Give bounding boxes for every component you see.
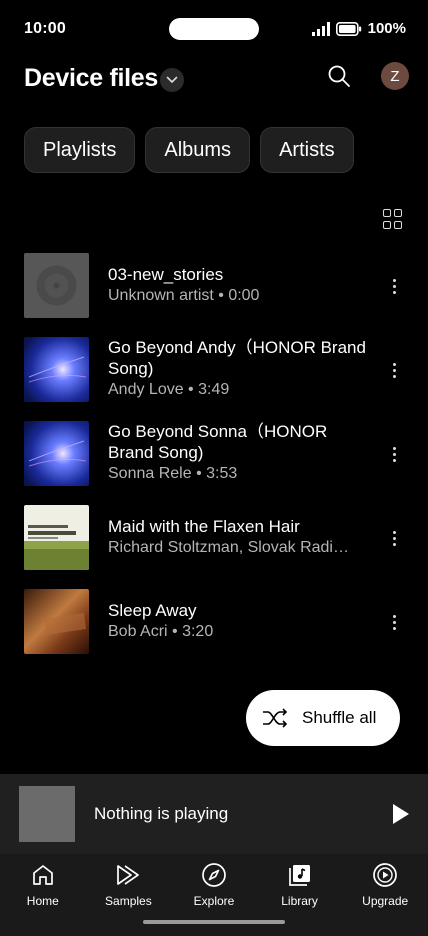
track-title: Go Beyond Sonna（HONOR Brand Song) (108, 422, 328, 462)
mini-player[interactable]: Nothing is playing (0, 774, 428, 854)
nav-label: Explore (193, 894, 235, 908)
play-icon[interactable] (393, 804, 409, 824)
more-options-icon[interactable] (384, 526, 404, 550)
mini-player-status: Nothing is playing (94, 804, 229, 823)
battery-percent: 100% (367, 20, 406, 37)
more-options-icon[interactable] (384, 610, 404, 634)
status-time: 10:00 (24, 20, 66, 37)
track-row[interactable]: 03-new_stories Unknown artist • 0:00 (0, 253, 428, 337)
more-options-icon[interactable] (384, 274, 404, 298)
battery-icon (335, 21, 361, 36)
chevron-down-icon (166, 76, 178, 84)
library-icon (288, 865, 310, 886)
track-subtitle: Sonna Rele • 3:53 (108, 465, 238, 482)
album-art (24, 589, 89, 654)
nav-label: Samples (105, 894, 152, 908)
mini-player-art (19, 786, 75, 842)
track-subtitle: Unknown artist • 0:00 (108, 287, 260, 304)
compass-icon (202, 863, 226, 887)
track-row[interactable]: Go Beyond Sonna（HONOR Brand Song) Sonna … (0, 421, 428, 505)
track-row[interactable]: Sleep Away Bob Acri • 3:20 (0, 589, 428, 673)
samples-icon (117, 865, 140, 885)
track-meta: Maid with the Flaxen Hair Richard Stoltz… (108, 516, 372, 558)
chip-artists[interactable]: Artists (260, 127, 354, 173)
chip-playlists[interactable]: Playlists (24, 127, 136, 173)
chip-albums[interactable]: Albums (145, 127, 251, 173)
track-subtitle: Bob Acri • 3:20 (108, 623, 214, 640)
signal-icon (311, 21, 330, 36)
nav-home[interactable]: Home (0, 854, 86, 936)
track-meta: Sleep Away Bob Acri • 3:20 (108, 600, 372, 642)
track-title: Sleep Away (108, 601, 197, 620)
app-header: Device files (0, 60, 428, 100)
camera-pill (169, 18, 259, 40)
filter-chips: Playlists Albums Artists (24, 127, 354, 173)
track-subtitle: Andy Love • 3:49 (108, 381, 230, 398)
track-list: 03-new_stories Unknown artist • 0:00 Go … (0, 253, 428, 673)
album-art (24, 421, 89, 486)
album-art (24, 505, 89, 570)
track-subtitle: Richard Stoltzman, Slovak Radi… (108, 539, 349, 556)
track-title: Go Beyond Andy（HONOR Brand Song) (108, 338, 366, 378)
track-meta: Go Beyond Sonna（HONOR Brand Song) Sonna … (108, 421, 372, 484)
track-row[interactable]: Maid with the Flaxen Hair Richard Stoltz… (0, 505, 428, 589)
track-title: Maid with the Flaxen Hair (108, 517, 300, 536)
track-row[interactable]: Go Beyond Andy（HONOR Brand Song) Andy Lo… (0, 337, 428, 421)
search-icon[interactable] (327, 64, 351, 88)
status-bar: 10:00 100% (0, 0, 428, 58)
nav-upgrade[interactable]: Upgrade (342, 854, 428, 936)
home-icon (32, 865, 53, 885)
track-meta: 03-new_stories Unknown artist • 0:00 (108, 264, 372, 306)
avatar[interactable]: Z (381, 62, 409, 90)
grid-view-icon[interactable] (383, 209, 403, 229)
more-options-icon[interactable] (384, 442, 404, 466)
shuffle-icon (263, 708, 288, 728)
track-meta: Go Beyond Andy（HONOR Brand Song) Andy Lo… (108, 337, 372, 400)
shuffle-all-button[interactable]: Shuffle all (246, 690, 400, 746)
source-dropdown-button[interactable] (160, 68, 184, 92)
album-art (24, 253, 89, 318)
album-art (24, 337, 89, 402)
track-title: 03-new_stories (108, 265, 224, 284)
shuffle-label: Shuffle all (302, 708, 377, 727)
status-right: 100% (311, 20, 406, 37)
page-title: Device files (24, 64, 158, 92)
nav-label: Upgrade (362, 894, 409, 908)
nav-label: Library (281, 894, 318, 908)
nav-label: Home (26, 894, 59, 908)
more-options-icon[interactable] (384, 358, 404, 382)
home-indicator (143, 920, 285, 924)
upgrade-icon (373, 863, 398, 887)
